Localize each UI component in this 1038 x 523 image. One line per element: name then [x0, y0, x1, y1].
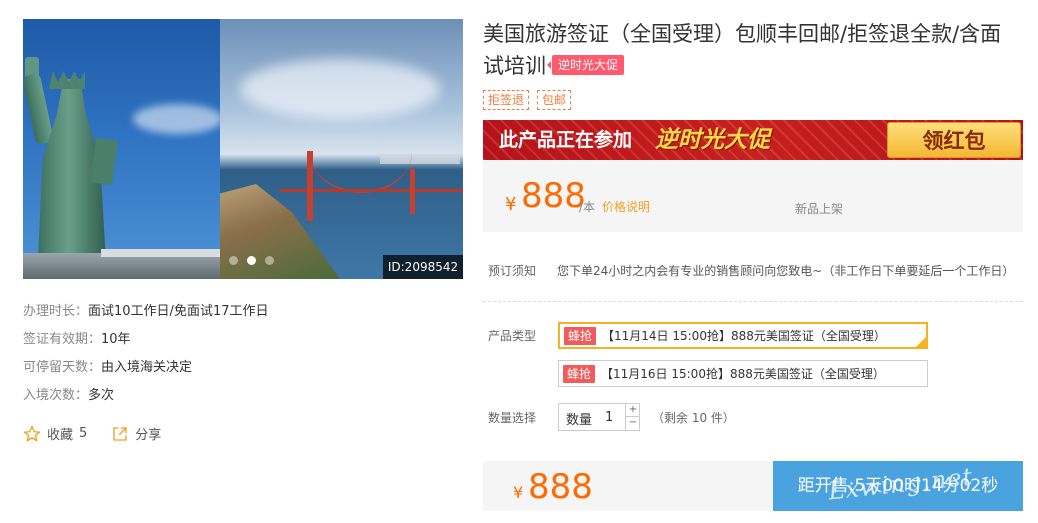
- price-explain-link[interactable]: 价格说明: [602, 198, 650, 215]
- favorite-button[interactable]: 收藏 5: [23, 424, 87, 443]
- quantity-stepper: 数量 + −: [558, 403, 640, 431]
- product-type-label: 产品类型: [488, 329, 537, 343]
- info-key: 办理时长：: [23, 304, 89, 319]
- flash-sale-badge: 蜂抢: [564, 326, 597, 345]
- banner-left-text: 此产品正在参加: [499, 129, 633, 151]
- quantity-input[interactable]: [605, 408, 623, 426]
- product-title: 美国旅游签证（全国受理）包顺丰回邮/拒签退全款/含面试培训 逆时光大促: [483, 18, 1013, 82]
- golden-gate-bridge-image: [220, 19, 463, 279]
- info-key: 签证有效期：: [23, 332, 102, 347]
- promo-banner[interactable]: 此产品正在参加 逆时光大促 领红包: [483, 120, 1023, 160]
- info-row-validity: 签证有效期：10年: [23, 330, 268, 358]
- price-currency: ¥: [505, 194, 517, 215]
- visa-info-list: 办理时长：面试10工作日/免面试17工作日 签证有效期：10年 可停留天数：由入…: [23, 302, 268, 414]
- info-value: 面试10工作日/免面试17工作日: [88, 304, 269, 319]
- sale-countdown-button[interactable]: 距开售:5天00时14分02秒: [773, 461, 1023, 511]
- option-text: 【11月16日 15:00抢】888元美国签证（全国受理）: [601, 367, 885, 381]
- quantity-box-label: 数量: [566, 413, 593, 428]
- share-button[interactable]: 分享: [111, 424, 161, 443]
- tag-free-shipping: 包邮: [537, 90, 572, 110]
- info-row-entries: 入境次数：多次: [23, 386, 268, 414]
- new-arrival-label: 新品上架: [795, 202, 844, 216]
- price-box: ¥ 888 /本 价格说明 新品上架: [483, 160, 1023, 232]
- service-tags: 拒签退 包邮: [483, 90, 572, 110]
- product-id-badge: ID:2098542: [383, 255, 463, 279]
- gallery-pagination: [229, 256, 274, 265]
- promo-tag[interactable]: 逆时光大促: [546, 55, 625, 75]
- price-unit: /本: [579, 200, 596, 214]
- option-text: 【11月14日 15:00抢】888元美国签证（全国受理）: [602, 329, 886, 343]
- product-type-option-1[interactable]: 蜂抢 【11月14日 15:00抢】888元美国签证（全国受理）: [558, 322, 928, 349]
- info-value: 由入境海关决定: [101, 360, 193, 375]
- price-value: 888: [521, 176, 586, 216]
- flash-sale-badge: 蜂抢: [563, 364, 596, 383]
- share-icon: [113, 426, 127, 441]
- product-type-option-2[interactable]: 蜂抢 【11月16日 15:00抢】888元美国签证（全国受理）: [558, 360, 928, 387]
- star-icon: [23, 425, 41, 441]
- product-image-gallery[interactable]: ID:2098542: [23, 19, 463, 279]
- notice-text: 您下单24小时之内会有专业的销售顾问向您致电~（非工作日下单要延后一个工作日）: [557, 264, 1015, 278]
- stock-remaining: （剩余 10 件）: [652, 411, 735, 425]
- info-value: 10年: [101, 332, 131, 347]
- tag-refund: 拒签退: [483, 90, 530, 110]
- notice-label: 预订须知: [488, 264, 537, 278]
- info-key: 入境次数：: [23, 388, 89, 403]
- gallery-dot-3[interactable]: [265, 256, 274, 265]
- quantity-label: 数量选择: [488, 411, 537, 425]
- bottom-price-currency: ¥: [513, 483, 524, 502]
- gallery-dot-2[interactable]: [247, 256, 256, 265]
- info-value: 多次: [88, 388, 115, 403]
- gallery-dot-1[interactable]: [229, 256, 238, 265]
- bottom-price-value: 888: [528, 467, 593, 507]
- statue-of-liberty-image: [23, 19, 223, 279]
- get-red-packet-button[interactable]: 领红包: [887, 122, 1021, 158]
- info-key: 可停留天数：: [23, 360, 102, 375]
- quantity-plus-button[interactable]: +: [625, 404, 640, 417]
- banner-promo-name: 逆时光大促: [655, 127, 770, 153]
- divider: [483, 301, 1023, 302]
- info-row-duration: 办理时长：面试10工作日/免面试17工作日: [23, 302, 268, 330]
- quantity-minus-button[interactable]: −: [625, 417, 640, 430]
- product-actions: 收藏 5 分享: [23, 424, 185, 443]
- share-label: 分享: [135, 428, 162, 443]
- info-row-stay: 可停留天数：由入境海关决定: [23, 358, 268, 386]
- favorite-count: 5: [79, 426, 88, 441]
- favorite-label: 收藏: [47, 428, 74, 443]
